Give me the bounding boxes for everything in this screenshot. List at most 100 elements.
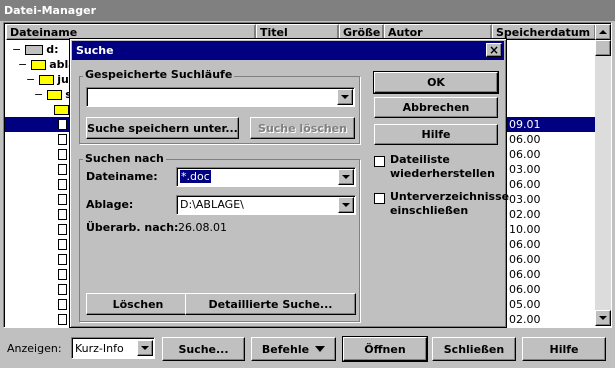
open-button[interactable]: Öffnen [342, 336, 428, 362]
tree-row-folder[interactable]: − s [34, 87, 72, 102]
file-date-cell: 09.01 [509, 118, 541, 131]
saved-searches-dropdown-button[interactable] [337, 89, 353, 105]
file-icon [58, 119, 67, 130]
file-icon [58, 224, 67, 235]
ok-button[interactable]: OK [373, 71, 499, 94]
search-button[interactable]: Suche... [162, 337, 245, 361]
tree-row-drive[interactable]: − d: [12, 42, 59, 57]
dropdown-arrow-icon [315, 346, 326, 352]
include-subfolders-line-1: Unterverzeichnisse [390, 190, 510, 203]
include-subfolders-label: Unterverzeichnisse einschließen [390, 190, 509, 218]
collapse-icon: − [18, 58, 28, 71]
scroll-up-button[interactable] [595, 24, 611, 40]
file-date-cell: 02.00 [509, 208, 541, 221]
file-icon [58, 254, 67, 265]
tree-row-folder[interactable] [54, 102, 69, 117]
restore-list-checkbox[interactable] [374, 156, 385, 167]
chevron-down-icon [342, 203, 350, 207]
scroll-thumb[interactable] [595, 40, 611, 56]
col-header-date[interactable]: Speicherdatum [492, 24, 596, 40]
close-button-label: Schließen [443, 342, 505, 356]
delete-search-button[interactable]: Suche löschen [250, 117, 355, 139]
main-title-bar: Datei-Manager [0, 0, 615, 21]
commands-button-label: Befehle [261, 342, 310, 356]
filename-input[interactable]: *.doc [176, 167, 356, 187]
dialog-help-button[interactable]: Hilfe [374, 124, 498, 145]
delete-search-label: Suche löschen [258, 121, 347, 135]
saved-searches-combo[interactable] [86, 87, 355, 107]
file-icon [58, 299, 67, 310]
include-subfolders-line-2: einschließen [390, 204, 469, 217]
clear-button[interactable]: Löschen [86, 293, 190, 315]
dialog-title: Suche [76, 44, 114, 57]
search-dialog: Suche × Gespeicherte Suchläufe Suche spe… [69, 38, 509, 328]
anzeigen-select[interactable]: Kurz-Info [71, 337, 155, 359]
search-button-label: Suche... [178, 342, 229, 356]
tree-row-folder[interactable]: − ju [26, 72, 69, 87]
tree-label-drive: d: [46, 43, 59, 56]
advanced-search-button[interactable]: Detaillierte Suche... [185, 293, 356, 315]
file-date-cell: 06.00 [509, 268, 541, 281]
cancel-button[interactable]: Abbrechen [374, 97, 498, 118]
folder-icon [54, 105, 69, 115]
filename-value: *.doc [180, 170, 211, 183]
file-date-cell: 06.00 [509, 238, 541, 251]
modified-value: 26.08.01 [178, 221, 227, 234]
help-button[interactable]: Hilfe [522, 337, 606, 361]
file-date-cell: 05.00 [509, 298, 541, 311]
folder-icon [30, 60, 46, 70]
collapse-icon: − [12, 43, 22, 56]
arrow-down-icon [599, 316, 607, 320]
scroll-down-button[interactable] [595, 310, 611, 326]
file-icon [58, 134, 67, 145]
folder-icon [46, 90, 62, 100]
file-icon [58, 164, 67, 175]
help-button-label: Hilfe [549, 342, 579, 356]
dialog-help-label: Hilfe [421, 128, 451, 141]
file-icon [58, 194, 67, 205]
main-window-title: Datei-Manager [4, 4, 96, 17]
file-icon [58, 149, 67, 160]
tree-row-folder[interactable]: − abla [18, 57, 76, 72]
file-date-cell: 10.00 [509, 223, 541, 236]
collapse-icon: − [34, 88, 44, 101]
anzeigen-value: Kurz-Info [75, 342, 124, 355]
folder-icon [38, 75, 54, 85]
clear-button-label: Löschen [112, 297, 164, 311]
file-date-cell: 06.00 [509, 283, 541, 296]
dialog-title-bar: Suche × [72, 41, 504, 60]
file-icon [58, 284, 67, 295]
vertical-scrollbar[interactable] [595, 24, 611, 326]
cancel-button-label: Abbrechen [402, 101, 470, 114]
advanced-search-label: Detaillierte Suche... [208, 297, 333, 311]
col-date-label: Speicherdatum [496, 26, 591, 39]
close-icon: × [488, 43, 500, 57]
file-icon [58, 179, 67, 190]
file-icon [58, 314, 67, 325]
tree-label-folder: ju [57, 73, 69, 86]
ok-button-label: OK [427, 76, 445, 89]
file-date-cell: 02.00 [509, 313, 541, 326]
save-search-button[interactable]: Suche speichern unter... [86, 117, 239, 139]
anzeigen-dropdown-button[interactable] [137, 340, 153, 356]
restore-list-label: Dateiliste wiederherstellen [390, 153, 495, 181]
col-filename-label: Dateiname [10, 26, 78, 39]
modified-label: Überarb. nach: [86, 221, 179, 234]
location-input[interactable]: D:\ABLAGE\ [176, 195, 356, 215]
save-search-label: Suche speichern unter... [87, 121, 238, 135]
commands-button[interactable]: Befehle [251, 337, 336, 361]
include-subfolders-checkbox[interactable] [374, 193, 385, 204]
file-date-cell: 03.00 [509, 193, 541, 206]
location-dropdown-button[interactable] [338, 197, 354, 213]
file-date-cell: 06.00 [509, 148, 541, 161]
restore-list-line-2: wiederherstellen [390, 167, 495, 180]
location-label: Ablage: [86, 198, 134, 211]
open-button-label: Öffnen [364, 342, 406, 356]
arrow-up-icon [599, 30, 607, 34]
filename-dropdown-button[interactable] [338, 169, 354, 185]
close-button[interactable]: Schließen [432, 337, 516, 361]
dialog-close-button[interactable]: × [486, 43, 502, 57]
anzeigen-label: Anzeigen: [7, 342, 62, 355]
restore-list-line-1: Dateiliste [390, 153, 450, 166]
filename-label: Dateiname: [86, 170, 158, 183]
